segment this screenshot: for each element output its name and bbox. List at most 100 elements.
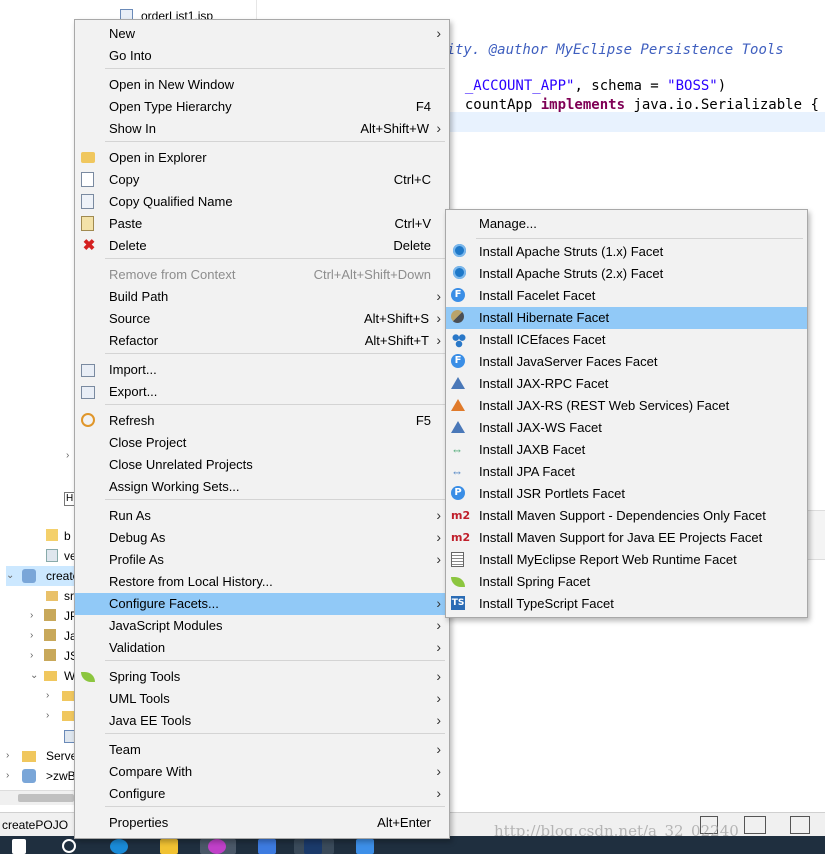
myeclipse-icon[interactable] <box>304 839 322 854</box>
facet-item-install-jax-rpc-facet[interactable]: Install JAX-RPC Facet <box>446 373 807 395</box>
windows-start-icon[interactable] <box>12 839 26 854</box>
scrollbar-thumb[interactable] <box>18 794 74 802</box>
menu-item-profile-as[interactable]: Profile As › <box>75 549 449 571</box>
facet-item-install-facelet-facet[interactable]: F Install Facelet Facet <box>446 285 807 307</box>
menu-item-paste[interactable]: Paste Ctrl+V <box>75 213 449 235</box>
window-icon[interactable] <box>744 816 766 834</box>
menu-item-label: UML Tools <box>109 691 170 706</box>
menu-item-copy[interactable]: Copy Ctrl+C <box>75 169 449 191</box>
menu-item-label: Source <box>109 311 151 326</box>
menu-item-label: Paste <box>109 216 143 231</box>
menu-item-compare-with[interactable]: Compare With › <box>75 761 449 783</box>
app-icon[interactable] <box>258 839 276 854</box>
menu-item-open-type-hierarchy[interactable]: Open Type Hierarchy F4 <box>75 96 449 118</box>
facet-item-install-apache-struts-1-x-facet[interactable]: Install Apache Struts (1.x) Facet <box>446 241 807 263</box>
chevron-right-icon[interactable]: › <box>6 766 16 786</box>
browser-icon[interactable] <box>110 839 128 854</box>
menu-item-label: JavaScript Modules <box>109 618 223 633</box>
menu-item-spring-tools[interactable]: Spring Tools › <box>75 666 449 688</box>
menu-item-import[interactable]: Import... <box>75 359 449 381</box>
facet-item-install-hibernate-facet[interactable]: Install Hibernate Facet <box>446 307 807 329</box>
portlet-icon: P <box>451 486 465 500</box>
menu-item-configure[interactable]: Configure › <box>75 783 449 805</box>
menu-item-javascript-modules[interactable]: JavaScript Modules › <box>75 615 449 637</box>
menu-item-close-project[interactable]: Close Project <box>75 432 449 454</box>
menu-item-source[interactable]: Source Alt+Shift+S › <box>75 308 449 330</box>
code-line-table-annotation[interactable]: _ACCOUNT_APP", schema = "BOSS") <box>448 56 726 94</box>
facet-item-install-icefaces-facet[interactable]: Install ICEfaces Facet <box>446 329 807 351</box>
menu-item-label: Show In <box>109 121 156 136</box>
facet-item-install-jax-ws-facet[interactable]: Install JAX-WS Facet <box>446 417 807 439</box>
app-icon[interactable] <box>356 839 374 854</box>
chevron-right-icon[interactable]: › <box>30 646 40 666</box>
chevron-right-icon[interactable]: › <box>46 706 56 726</box>
menu-item-configure-facets[interactable]: Configure Facets... › <box>75 593 449 615</box>
menu-item-label: Run As <box>109 508 151 523</box>
menu-item-shortcut: Alt+Shift+T <box>364 333 429 348</box>
code-line-class-declaration[interactable]: countApp implements java.io.Serializable… <box>448 75 819 113</box>
file-explorer-icon[interactable] <box>160 839 178 854</box>
facet-item-install-maven-support-dependencies-only-facet[interactable]: m2 Install Maven Support - Dependencies O… <box>446 505 807 527</box>
facet-item-install-apache-struts-2-x-facet[interactable]: Install Apache Struts (2.x) Facet <box>446 263 807 285</box>
menu-item-shortcut: F4 <box>415 99 431 114</box>
facet-item-label: Install JAX-RPC Facet <box>479 376 609 391</box>
menu-item-close-unrelated-projects[interactable]: Close Unrelated Projects <box>75 454 449 476</box>
facet-item-install-javaserver-faces-facet[interactable]: F Install JavaServer Faces Facet <box>446 351 807 373</box>
jax-rs-icon <box>451 399 465 411</box>
facet-item-install-jaxb-facet[interactable]: ⇔ Install JAXB Facet <box>446 439 807 461</box>
menu-item-shortcut: Alt+Shift+W <box>360 121 429 136</box>
chevron-right-icon[interactable]: › <box>30 606 40 626</box>
facet-item-label: Install TypeScript Facet <box>479 596 614 611</box>
code-line-12[interactable]: 12 * LkAccountApp entity. @author MyEcli… <box>264 0 784 58</box>
menu-item-validation[interactable]: Validation › <box>75 637 449 659</box>
facet-item-install-myeclipse-report-web-runtime-facet[interactable]: Install MyEclipse Report Web Runtime Fac… <box>446 549 807 571</box>
maximize-icon[interactable] <box>790 816 810 834</box>
menu-item-open-in-explorer[interactable]: Open in Explorer <box>75 147 449 169</box>
menu-item-new[interactable]: New › <box>75 23 449 45</box>
menu-item-shortcut: Alt+Shift+S <box>363 311 429 326</box>
menu-item-assign-working-sets[interactable]: Assign Working Sets... <box>75 476 449 498</box>
menu-item-refresh[interactable]: Refresh F5 <box>75 410 449 432</box>
tree-item-createpojo[interactable]: ⌄ createPOJO <box>6 566 112 586</box>
menu-item-export[interactable]: Export... <box>75 381 449 403</box>
menu-item-copy-qualified-name[interactable]: Copy Qualified Name <box>75 191 449 213</box>
menu-item-label: Spring Tools <box>109 669 181 684</box>
menu-item-build-path[interactable]: Build Path › <box>75 286 449 308</box>
chevron-right-icon[interactable]: › <box>6 746 16 766</box>
facet-item-install-jax-rs-rest-web-services-facet[interactable]: Install JAX-RS (REST Web Services) Facet <box>446 395 807 417</box>
spring-leaf-icon <box>81 672 95 682</box>
chevron-down-icon[interactable]: ⌄ <box>6 566 16 586</box>
editor-scrollbar-segment[interactable] <box>806 510 825 560</box>
facet-item-label: Install Facelet Facet <box>479 288 596 303</box>
facet-item-label: Install JPA Facet <box>479 464 575 479</box>
chevron-right-icon[interactable]: › <box>46 686 56 706</box>
facet-item-install-typescript-facet[interactable]: TS Install TypeScript Facet <box>446 593 807 615</box>
status-text: createPOJO <box>2 818 69 832</box>
menu-item-debug-as[interactable]: Debug As › <box>75 527 449 549</box>
chevron-right-icon[interactable]: › <box>30 626 40 646</box>
menu-item-refactor[interactable]: Refactor Alt+Shift+T › <box>75 330 449 352</box>
menu-item-team[interactable]: Team › <box>75 739 449 761</box>
chevron-down-icon[interactable]: ⌄ <box>30 666 40 686</box>
facet-item-install-jpa-facet[interactable]: ⇔ Install JPA Facet <box>446 461 807 483</box>
menu-item-java-ee-tools[interactable]: Java EE Tools › <box>75 710 449 732</box>
menu-item-go-into[interactable]: Go Into <box>75 45 449 67</box>
facet-item-label: Install JavaServer Faces Facet <box>479 354 658 369</box>
menu-item-open-in-new-window[interactable]: Open in New Window <box>75 74 449 96</box>
menu-separator <box>105 353 445 354</box>
menu-item-delete[interactable]: ✖ Delete Delete <box>75 235 449 257</box>
app-icon[interactable] <box>208 839 226 854</box>
facelet-icon: F <box>451 288 465 302</box>
menu-item-show-in[interactable]: Show In Alt+Shift+W › <box>75 118 449 140</box>
facet-item-label: Install Spring Facet <box>479 574 591 589</box>
menu-item-restore-from-local-history[interactable]: Restore from Local History... <box>75 571 449 593</box>
facet-item-label: Install JAXB Facet <box>479 442 586 457</box>
menu-item-run-as[interactable]: Run As › <box>75 505 449 527</box>
facet-item-install-jsr-portlets-facet[interactable]: P Install JSR Portlets Facet <box>446 483 807 505</box>
facet-item-install-maven-support-for-java-ee-projects-facet[interactable]: m2 Install Maven Support for Java EE Proj… <box>446 527 807 549</box>
menu-item-uml-tools[interactable]: UML Tools › <box>75 688 449 710</box>
search-icon[interactable] <box>62 839 76 853</box>
menu-item-properties[interactable]: Properties Alt+Enter <box>75 812 449 834</box>
facet-item-install-spring-facet[interactable]: Install Spring Facet <box>446 571 807 593</box>
facet-item-manage[interactable]: Manage... <box>446 213 807 235</box>
